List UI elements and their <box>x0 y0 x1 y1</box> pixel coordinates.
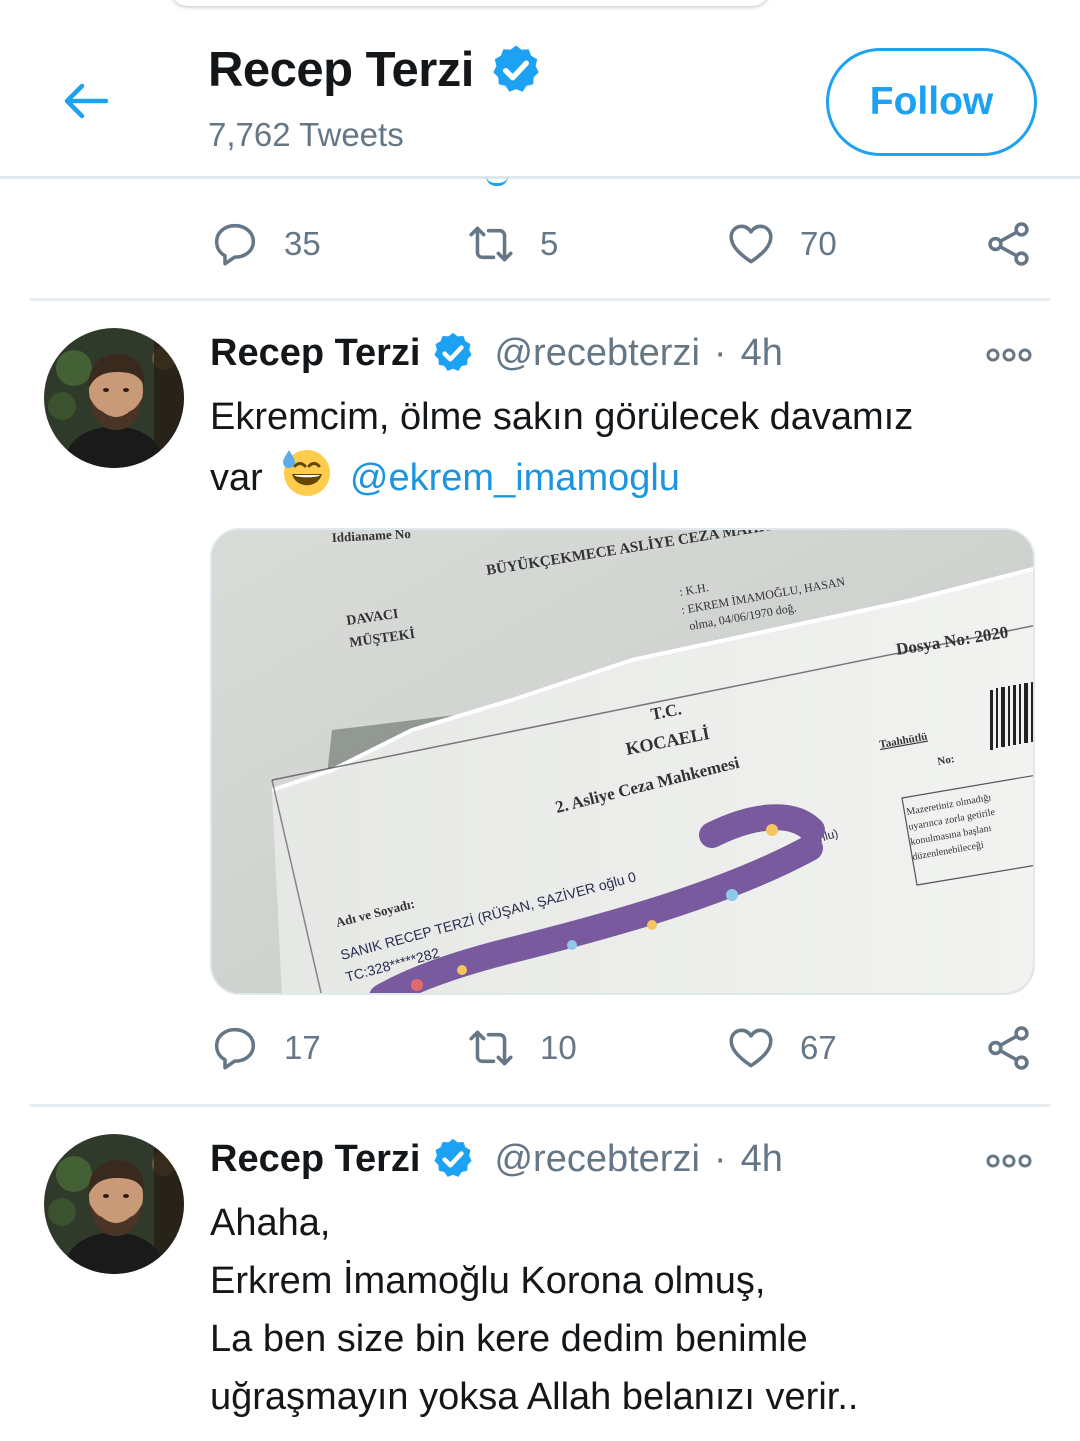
profile-name: Recep Terzi <box>208 43 474 97</box>
share-button[interactable] <box>984 1018 1034 1078</box>
heart-icon <box>726 219 776 269</box>
author-handle[interactable]: @recebterzi <box>494 1138 699 1181</box>
tweet-header: Recep Terzi @recebterzi · 4h <box>210 330 783 376</box>
retweet-icon <box>466 219 516 269</box>
search-pill <box>170 0 770 6</box>
tweet-divider <box>30 298 1050 301</box>
more-options-icon[interactable] <box>984 1146 1034 1176</box>
tweet-header: Recep Terzi @recebterzi · 4h <box>210 1136 783 1182</box>
avatar[interactable] <box>44 1134 184 1274</box>
profile-header: Recep Terzi 7,762 Tweets Follow <box>0 30 1080 176</box>
reply-icon <box>210 1023 260 1073</box>
heart-icon <box>726 1023 776 1073</box>
verified-badge-icon <box>488 42 544 98</box>
tweet-divider <box>30 1104 1050 1107</box>
tweet-text-line: var <box>210 457 263 499</box>
tweet-actions: 17 10 67 <box>210 1018 1040 1078</box>
tweet-text-line: Erkrem İmamoğlu Korona olmuş, <box>210 1260 766 1302</box>
retweet-count: 10 <box>540 1029 577 1066</box>
header-divider <box>0 176 1080 179</box>
arrow-left-icon <box>62 81 110 126</box>
retweet-button[interactable]: 10 <box>466 1018 577 1078</box>
reply-count: 17 <box>284 1029 321 1066</box>
author-name[interactable]: Recep Terzi <box>210 1138 420 1181</box>
reply-icon <box>210 219 260 269</box>
grinning-sweat-emoji <box>283 450 331 496</box>
like-button[interactable]: 70 <box>726 214 837 274</box>
more-options-icon[interactable] <box>984 340 1034 370</box>
reply-count: 35 <box>284 225 321 262</box>
avatar[interactable] <box>44 328 184 468</box>
court-document-photo: Iddianame No BÜYÜKÇEKMECE ASLİYE CEZA MA… <box>212 530 1033 993</box>
tweet-text-line: uğraşmayın yoksa Allah belanızı verir.. <box>210 1376 859 1418</box>
back-button[interactable] <box>56 78 116 128</box>
tweet-time[interactable]: 4h <box>741 1138 783 1181</box>
verified-badge-icon <box>430 330 476 376</box>
share-icon <box>984 219 1034 269</box>
reply-button[interactable]: 17 <box>210 1018 321 1078</box>
author-name[interactable]: Recep Terzi <box>210 332 420 375</box>
mention-link[interactable]: @ekrem_imamoglu <box>350 457 680 499</box>
tweet-text-line: Ahaha, <box>210 1202 331 1244</box>
separator-dot: · <box>713 1137 727 1180</box>
tweet-text: Ahaha, Erkrem İmamoğlu Korona olmuş, La … <box>210 1194 1030 1426</box>
tweet-time[interactable]: 4h <box>741 332 783 375</box>
retweet-icon <box>466 1023 516 1073</box>
retweet-count: 5 <box>540 225 559 262</box>
like-count: 67 <box>800 1029 837 1066</box>
tweet-text-line: Ekremcim, ölme sakın görülecek davamız <box>210 396 914 438</box>
like-count: 70 <box>800 225 837 262</box>
profile-name-row: Recep Terzi <box>208 42 544 98</box>
tweet-actions: 35 5 70 <box>210 214 1040 274</box>
truncated-text-fragment <box>486 176 508 186</box>
tweet-text-line: La ben size bin kere dedim benimle <box>210 1318 808 1360</box>
author-handle[interactable]: @recebterzi <box>494 332 699 375</box>
follow-button[interactable]: Follow <box>826 48 1037 156</box>
tweet-text: Ekremcim, ölme sakın görülecek davamız v… <box>210 388 1030 507</box>
like-button[interactable]: 67 <box>726 1018 837 1078</box>
reply-button[interactable]: 35 <box>210 214 321 274</box>
tweet-media-image[interactable]: Iddianame No BÜYÜKÇEKMECE ASLİYE CEZA MA… <box>210 528 1035 995</box>
retweet-button[interactable]: 5 <box>466 214 558 274</box>
tweet-count: 7,762 Tweets <box>208 116 404 153</box>
share-button[interactable] <box>984 214 1034 274</box>
verified-badge-icon <box>430 1136 476 1182</box>
separator-dot: · <box>713 331 727 374</box>
share-icon <box>984 1023 1034 1073</box>
